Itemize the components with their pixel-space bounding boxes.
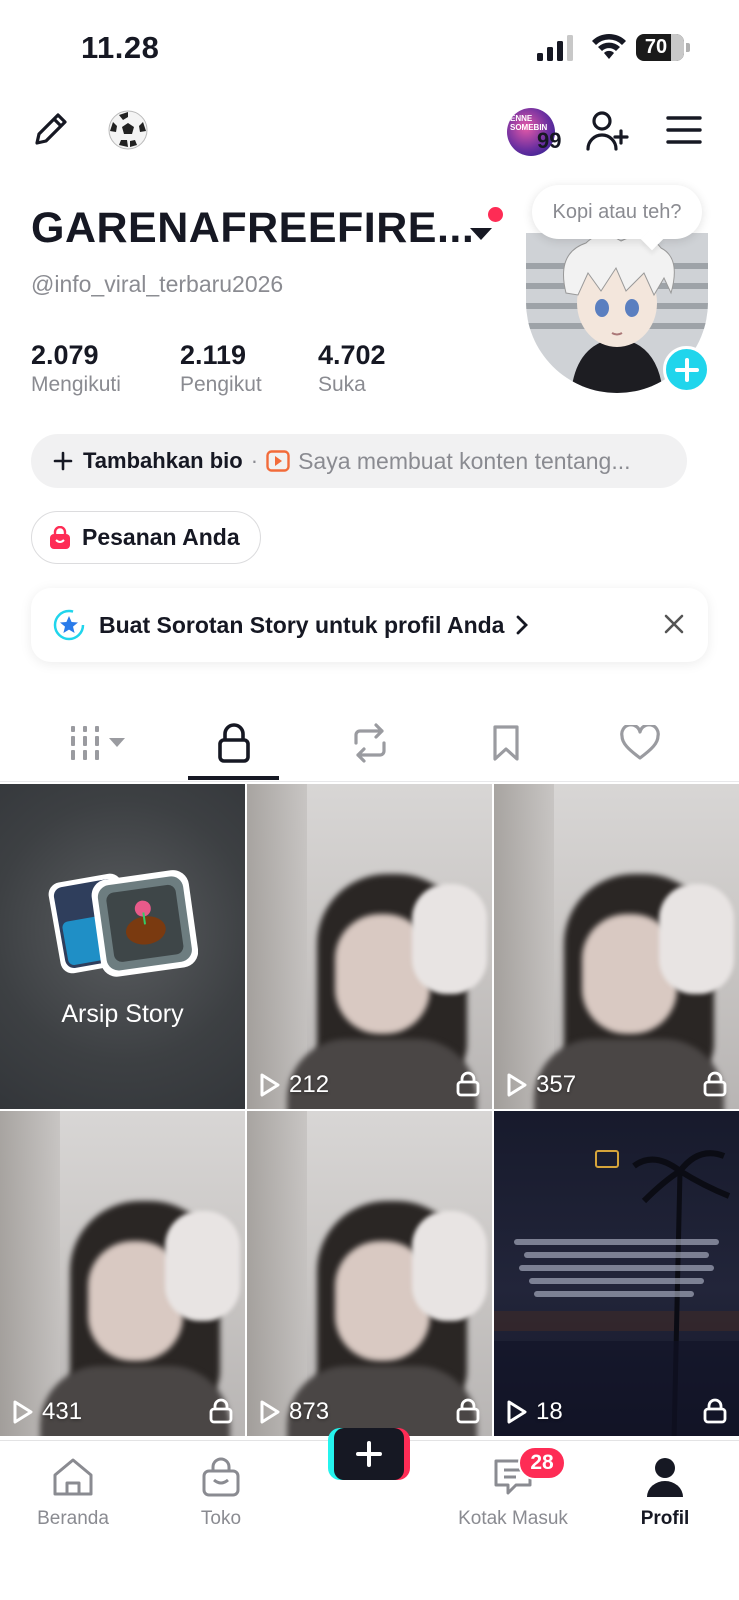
home-icon: [53, 1458, 93, 1496]
bio-separator: ·: [250, 448, 259, 473]
bio-placeholder: Saya membuat konten tentang...: [298, 447, 631, 474]
view-count: 431: [12, 1398, 82, 1426]
video-thumbnail[interactable]: 357: [494, 784, 739, 1109]
view-count: 212: [259, 1071, 329, 1099]
battery-icon: 70: [636, 34, 690, 61]
stat-label: Suka: [318, 373, 366, 396]
close-icon[interactable]: [662, 612, 686, 636]
lock-icon: [209, 1398, 233, 1424]
video-thumbnail[interactable]: 212: [247, 784, 492, 1109]
grid-columns-icon: [71, 726, 125, 760]
menu-hamburger-icon[interactable]: [664, 110, 704, 150]
play-icon: [260, 1073, 280, 1097]
nav-label: Beranda: [37, 1508, 109, 1529]
view-count-value: 357: [536, 1071, 577, 1098]
story-prompt-text: Buat Sorotan Story untuk profil Anda: [99, 611, 505, 638]
plus-icon: [356, 1441, 382, 1467]
orders-button[interactable]: Pesanan Anda: [31, 511, 261, 564]
repost-icon: [354, 723, 386, 763]
add-friend-icon[interactable]: [584, 108, 632, 154]
nav-home[interactable]: Beranda: [18, 1457, 128, 1530]
inbox-count-badge: 28: [518, 1446, 566, 1480]
chevron-right-icon: [517, 615, 529, 635]
orders-label: Pesanan Anda: [82, 524, 240, 550]
account-switch-caret-icon[interactable]: [470, 228, 492, 240]
stat-likes[interactable]: 4.702 Suka: [318, 340, 386, 397]
nav-shop[interactable]: Toko: [166, 1457, 276, 1530]
add-story-button[interactable]: [663, 346, 710, 393]
lock-icon: [456, 1071, 480, 1097]
notification-dot: [488, 207, 503, 222]
archive-stack-icon: [48, 870, 198, 977]
view-count: 357: [506, 1071, 576, 1099]
video-thumbnail[interactable]: 431: [0, 1111, 245, 1436]
stat-following[interactable]: 2.079 Mengikuti: [31, 340, 121, 397]
view-count-value: 212: [289, 1071, 330, 1098]
story-highlight-prompt[interactable]: Buat Sorotan Story untuk profil Anda: [31, 588, 708, 662]
tab-favorites[interactable]: [476, 718, 536, 768]
add-bio-button[interactable]: Tambahkan bio · Saya membuat konten tent…: [31, 434, 687, 488]
stat-label: Pengikut: [180, 373, 262, 396]
note-bubble[interactable]: Kopi atau teh?: [532, 185, 702, 239]
profile-display-name[interactable]: GARENAFREEFIRE...: [31, 204, 474, 253]
status-bar: 11.28 70: [0, 0, 739, 90]
video-play-icon: [266, 450, 290, 472]
archive-label: Arsip Story: [61, 1000, 184, 1028]
status-time: 11.28: [81, 30, 160, 65]
heart-icon: [620, 725, 660, 760]
nav-profile[interactable]: Profil: [610, 1457, 720, 1530]
stat-value: 4.702: [318, 340, 386, 370]
create-post-button[interactable]: [328, 1428, 410, 1480]
soccer-ball-icon[interactable]: [106, 108, 150, 152]
video-thumbnail[interactable]: 18: [494, 1111, 739, 1436]
bookmark-icon: [493, 725, 519, 761]
profile-handle: @info_viral_terbaru2026: [31, 271, 284, 297]
profile-tabs: [0, 700, 739, 782]
tab-liked[interactable]: [610, 718, 670, 768]
stat-value: 2.119: [180, 340, 247, 370]
nav-label: Toko: [200, 1508, 242, 1529]
star-badge-icon: [53, 609, 85, 641]
stat-followers[interactable]: 2.119 Pengikut: [180, 340, 262, 397]
video-thumbnail[interactable]: 873: [247, 1111, 492, 1436]
view-count: 18: [506, 1398, 563, 1426]
cellular-signal-icon: [537, 35, 573, 61]
stat-value: 2.079: [31, 340, 99, 370]
tab-videos[interactable]: [68, 718, 132, 768]
nav-label: Kotak Masuk: [458, 1508, 568, 1529]
play-icon: [507, 1073, 527, 1097]
edit-pencil-icon[interactable]: [30, 108, 72, 150]
view-count-value: 18: [536, 1398, 563, 1425]
play-icon: [260, 1400, 280, 1424]
plus-icon: [53, 451, 73, 471]
lock-icon: [456, 1398, 480, 1424]
battery-level: 70: [644, 36, 668, 58]
nav-label: Profil: [640, 1508, 690, 1529]
lock-icon: [703, 1071, 727, 1097]
play-icon: [507, 1400, 527, 1424]
profile-person-icon: [647, 1458, 683, 1497]
shopping-bag-icon: [202, 1457, 240, 1497]
view-count-value: 431: [42, 1398, 83, 1425]
add-bio-label: Tambahkan bio: [83, 448, 243, 473]
shopping-bag-icon: [50, 525, 70, 549]
story-archive-tile[interactable]: Arsip Story: [0, 784, 245, 1109]
lock-icon: [703, 1398, 727, 1424]
video-grid: Arsip Story 212 357 431 873 18: [0, 784, 739, 1440]
view-count-value: 873: [289, 1398, 330, 1425]
tab-private[interactable]: [204, 718, 264, 768]
wifi-icon: [592, 33, 626, 59]
tab-reposts[interactable]: [340, 718, 400, 768]
active-tab-indicator: [188, 776, 279, 780]
play-icon: [13, 1400, 33, 1424]
sunset-scene: [494, 1150, 739, 1436]
view-count: 873: [259, 1398, 329, 1426]
avatar-count-badge: 99: [537, 128, 562, 153]
lock-icon: [218, 723, 250, 763]
stat-label: Mengikuti: [31, 373, 121, 396]
